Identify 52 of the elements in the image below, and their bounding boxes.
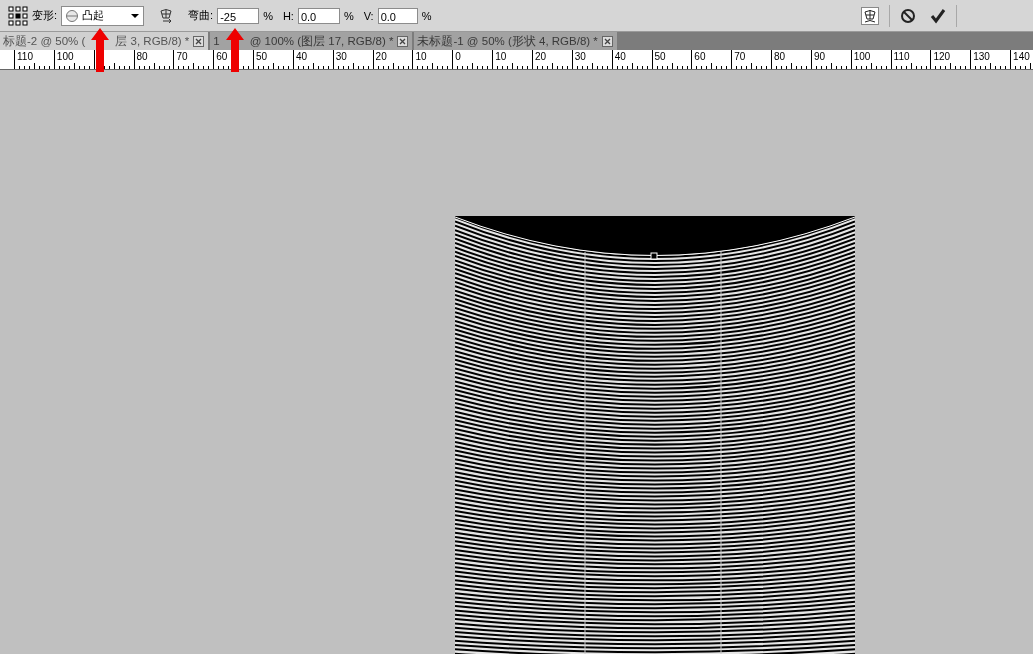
ruler-number: 10 [494,51,507,63]
grid-icon[interactable] [8,5,28,26]
percent-unit: % [343,9,354,22]
ruler-number: 130 [972,51,990,63]
ruler-number: 100 [55,51,74,63]
horizontal-input[interactable]: 0.0 [297,7,340,24]
ruler-number: 40 [613,51,626,63]
close-icon[interactable] [397,35,409,47]
bend-input[interactable]: -25 [217,7,260,24]
warp-style-dropdown[interactable]: 凸起 [61,5,145,26]
arrow-icon [91,28,110,72]
warp-label: 变形: [32,8,58,23]
ruler-number: 0 [454,51,461,63]
horizontal-label: H: [282,9,294,22]
ruler-number: 50 [255,51,268,63]
ruler-number: 70 [175,51,188,63]
ruler-number: 80 [135,51,148,63]
checkmark-icon[interactable] [930,7,946,24]
percent-unit: % [421,9,432,22]
close-icon[interactable] [601,35,613,47]
close-icon[interactable] [193,35,205,47]
ruler-number: 70 [733,51,746,63]
ruler-number: 30 [334,51,347,63]
warp-orientation-icon[interactable] [158,7,175,24]
anchor-handle[interactable] [650,252,658,260]
ruler-number: 60 [215,51,228,63]
arrow-icon [225,28,244,72]
ruler-number: 50 [653,51,666,63]
ruler-number: 40 [294,51,308,63]
caret-icon [131,13,140,18]
vertical-label: V: [363,9,374,22]
ruler-number: 60 [693,51,706,63]
cancel-icon[interactable] [900,7,916,24]
ruler-number: 140 [1012,51,1030,63]
vertical-input[interactable]: 0.0 [377,7,418,24]
ruler-number: 110 [16,51,33,63]
document-tab[interactable]: 1 @ 100% (图层 17, RGB/8) * [210,32,413,50]
cylinder-icon [66,9,79,22]
percent-unit: % [263,9,273,22]
bend-label: 弯曲: [188,8,214,23]
ruler-number: 120 [932,51,951,63]
ruler-number: 80 [773,51,786,63]
ruler-number: 20 [374,51,387,63]
ruler-number: 30 [573,51,586,63]
ruler-number: 20 [533,51,547,63]
document-tab[interactable]: 未标题-1 @ 50% (形状 4, RGB/8) * [414,32,617,50]
ruler-number: 100 [852,51,871,63]
ruler-number: 10 [414,51,427,63]
warp-mode-icon[interactable] [861,6,879,25]
ruler-number: 90 [812,51,825,63]
ruler-number: 110 [892,51,910,63]
document-tab[interactable]: 标题-2 @ 50% ( 层 3, RGB/8) * [0,32,209,50]
